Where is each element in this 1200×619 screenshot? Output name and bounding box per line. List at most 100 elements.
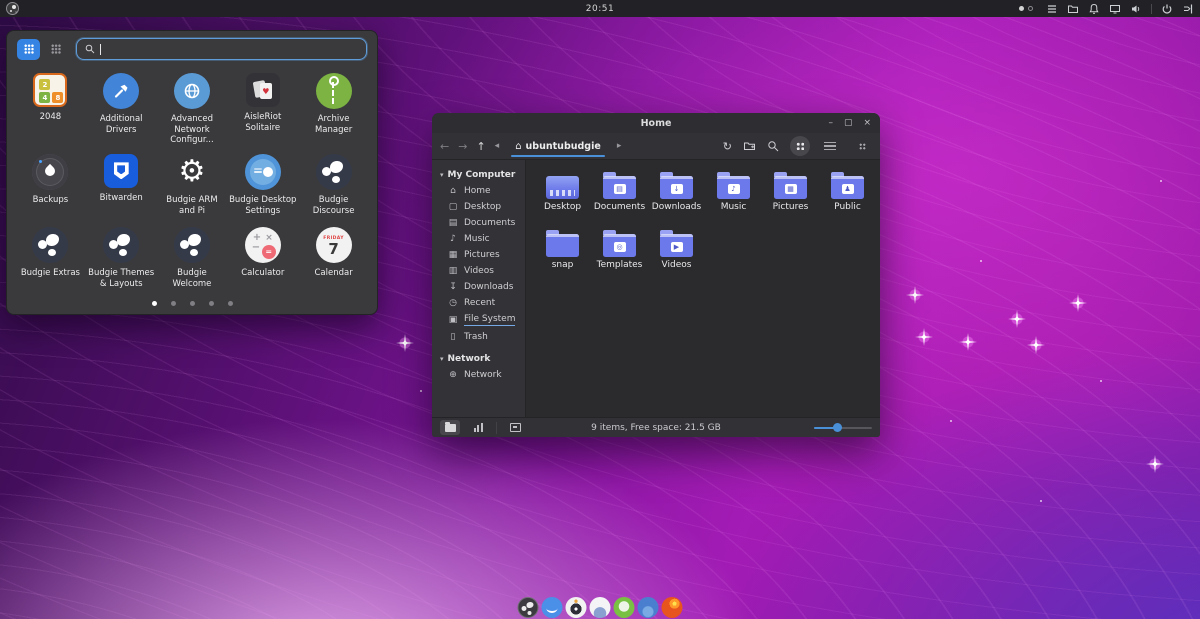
treeview-toggle-button[interactable] bbox=[468, 420, 488, 435]
app-budgie-welcome[interactable]: Budgie Welcome bbox=[157, 222, 228, 292]
menu-hamburger-icon[interactable] bbox=[1046, 3, 1058, 15]
file-downloads[interactable]: ↓ Downloads bbox=[648, 169, 705, 213]
app-calendar[interactable]: FRIDAY7 Calendar bbox=[298, 222, 369, 292]
power-icon[interactable] bbox=[1161, 3, 1173, 15]
dock-chat-app-icon[interactable] bbox=[542, 597, 563, 618]
dock-software-app-icon[interactable] bbox=[614, 597, 635, 618]
icon-view-button[interactable] bbox=[790, 136, 810, 156]
status-bar: 9 items, Free space: 21.5 GB bbox=[432, 417, 880, 437]
places-toggle-button[interactable] bbox=[440, 420, 460, 435]
app-bitwarden[interactable]: Bitwarden bbox=[86, 149, 157, 219]
sidebar-item-downloads[interactable]: ↧Downloads bbox=[432, 279, 525, 295]
file-videos[interactable]: ▶ Videos bbox=[648, 227, 705, 271]
dock-browser-app-icon[interactable] bbox=[638, 597, 659, 618]
raven-sidebar-icon[interactable] bbox=[1182, 3, 1194, 15]
dock-budgie-menu-icon[interactable] bbox=[518, 597, 539, 618]
workspace-dot-active[interactable] bbox=[1019, 6, 1024, 11]
app-backups[interactable]: Backups bbox=[15, 149, 86, 219]
file-label: Documents bbox=[594, 203, 645, 213]
folder-icon: ▦ bbox=[774, 176, 807, 199]
breadcrumb-prev-icon[interactable]: ◂ bbox=[495, 141, 500, 151]
app-search-input[interactable] bbox=[76, 38, 367, 60]
close-button[interactable]: × bbox=[863, 113, 871, 133]
list-view-button[interactable] bbox=[821, 136, 841, 156]
page-dot-2[interactable] bbox=[171, 301, 176, 306]
grid-view-toggle[interactable] bbox=[17, 39, 40, 60]
app-2048[interactable]: 248 2048 bbox=[15, 68, 86, 146]
app-label: Additional Drivers bbox=[87, 114, 156, 135]
volume-icon[interactable] bbox=[1130, 3, 1142, 15]
window-titlebar[interactable]: Home – ▢ × bbox=[432, 113, 880, 133]
back-button[interactable]: ← bbox=[440, 141, 449, 152]
page-dot-1[interactable] bbox=[152, 301, 157, 306]
file-snap[interactable]: snap bbox=[534, 227, 591, 271]
folder-icon: ▶ bbox=[660, 234, 693, 257]
sidebar-item-recent[interactable]: ◷Recent bbox=[432, 295, 525, 311]
breadcrumb[interactable]: ⌂ ubuntubudgie bbox=[508, 136, 608, 157]
window-title: Home bbox=[641, 118, 672, 129]
app-archive-manager[interactable]: Archive Manager bbox=[298, 68, 369, 146]
dock-firefox-icon[interactable] bbox=[662, 597, 683, 618]
refresh-button[interactable]: ↻ bbox=[723, 141, 732, 152]
breadcrumb-next-icon[interactable]: ▸ bbox=[617, 141, 622, 151]
budgie-menu-button[interactable] bbox=[6, 2, 19, 15]
sidebar-item-videos[interactable]: ▥Videos bbox=[432, 263, 525, 279]
app-budgie-desktop-settings[interactable]: Budgie Desktop Settings bbox=[227, 149, 298, 219]
app-budgie-themes-layouts[interactable]: Budgie Themes & Layouts bbox=[86, 222, 157, 292]
sidebar-section-network[interactable]: ▾ Network bbox=[432, 351, 525, 367]
folder-icon: ♟ bbox=[831, 176, 864, 199]
sidebar-item-documents[interactable]: ▤Documents bbox=[432, 215, 525, 231]
file-public[interactable]: ♟ Public bbox=[819, 169, 876, 213]
page-dot-3[interactable] bbox=[190, 301, 195, 306]
sidebar-item-home[interactable]: ⌂Home bbox=[432, 183, 525, 199]
sidebar-item-desktop[interactable]: ▢Desktop bbox=[432, 199, 525, 215]
app-budgie-arm-pi[interactable]: ⚙ Budgie ARM and Pi bbox=[157, 149, 228, 219]
file-desktop[interactable]: Desktop bbox=[534, 169, 591, 213]
page-dot-5[interactable] bbox=[228, 301, 233, 306]
chevron-down-icon: ▾ bbox=[440, 355, 444, 363]
toggle-location-entry-button[interactable] bbox=[743, 140, 756, 152]
folder-icon bbox=[546, 234, 579, 257]
sidebar-item-music[interactable]: ♪Music bbox=[432, 231, 525, 247]
compact-view-button[interactable] bbox=[852, 136, 872, 156]
app-budgie-extras[interactable]: Budgie Extras bbox=[15, 222, 86, 292]
zoom-slider-thumb[interactable] bbox=[833, 423, 842, 432]
sidebar-item-network[interactable]: ⊕Network bbox=[432, 367, 525, 383]
workspace-switcher[interactable] bbox=[1019, 6, 1033, 11]
app-aisleriot-solitaire[interactable]: ♥ AisleRiot Solitaire bbox=[227, 68, 298, 146]
minimize-button[interactable]: – bbox=[828, 113, 833, 133]
app-budgie-discourse[interactable]: Budgie Discourse bbox=[298, 149, 369, 219]
file-music[interactable]: ♪ Music bbox=[705, 169, 762, 213]
sidebar-section-my-computer[interactable]: ▾ My Computer bbox=[432, 167, 525, 183]
forward-button[interactable]: → bbox=[458, 141, 467, 152]
file-templates[interactable]: ◎ Templates bbox=[591, 227, 648, 271]
calculator-icon: +×−= bbox=[245, 227, 281, 263]
dock-camera-app-icon[interactable] bbox=[566, 597, 587, 618]
dock-files-app-icon[interactable] bbox=[590, 597, 611, 618]
globe-icon bbox=[174, 73, 210, 109]
page-dot-4[interactable] bbox=[209, 301, 214, 306]
app-advanced-network[interactable]: Advanced Network Configur... bbox=[157, 68, 228, 146]
workspace-dot[interactable] bbox=[1028, 6, 1033, 11]
sidebar-item-pictures[interactable]: ▦Pictures bbox=[432, 247, 525, 263]
app-calculator[interactable]: +×−= Calculator bbox=[227, 222, 298, 292]
clock[interactable]: 20:51 bbox=[586, 4, 614, 14]
up-button[interactable]: ↑ bbox=[476, 141, 485, 152]
file-documents[interactable]: ▤ Documents bbox=[591, 169, 648, 213]
panel-separator bbox=[1151, 4, 1152, 14]
app-label: Calendar bbox=[314, 268, 352, 279]
display-icon[interactable] bbox=[1109, 3, 1121, 15]
zoom-slider[interactable] bbox=[814, 421, 872, 435]
search-button[interactable] bbox=[767, 140, 779, 152]
files-tray-icon[interactable] bbox=[1067, 3, 1079, 15]
file-pictures[interactable]: ▦ Pictures bbox=[762, 169, 819, 213]
maximize-button[interactable]: ▢ bbox=[844, 113, 853, 133]
notifications-bell-icon[interactable] bbox=[1088, 3, 1100, 15]
app-additional-drivers[interactable]: Additional Drivers bbox=[86, 68, 157, 146]
file-view[interactable]: Desktop ▤ Documents ↓ Downloads ♪ Music … bbox=[526, 160, 880, 417]
sidebar-item-file-system[interactable]: ▣File System bbox=[432, 311, 525, 329]
sidebar-item-trash[interactable]: ▯Trash bbox=[432, 329, 525, 345]
category-view-toggle[interactable] bbox=[44, 39, 67, 60]
terminal-toggle-button[interactable] bbox=[505, 420, 525, 435]
app-label: Advanced Network Configur... bbox=[157, 114, 226, 146]
